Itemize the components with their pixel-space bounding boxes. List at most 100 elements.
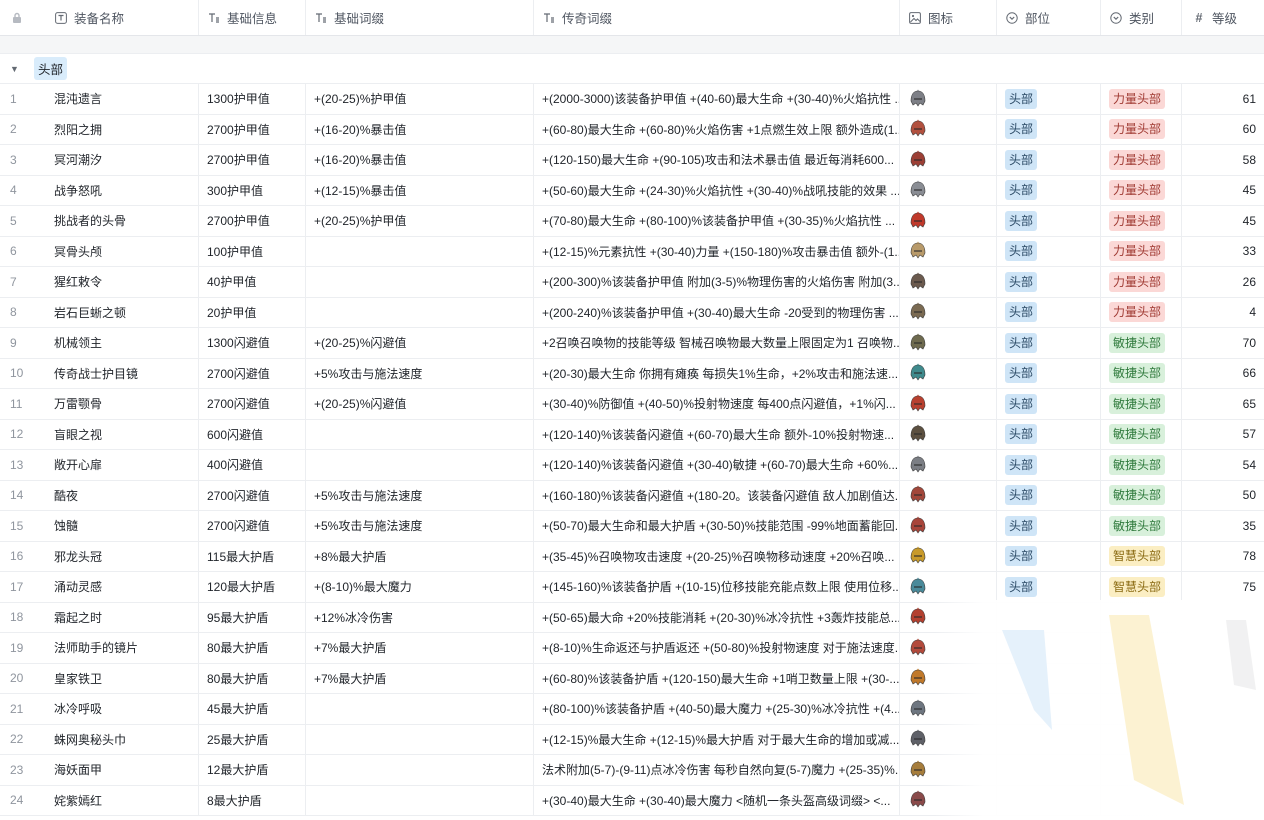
item-name[interactable]: 冰冷呼吸: [44, 694, 199, 724]
table-row[interactable]: 10 传奇战士护目镜 2700闪避值 +5%攻击与施法速度 +(20-30)最大生命 你…: [0, 358, 1264, 389]
level-cell[interactable]: 45: [1182, 176, 1264, 206]
level-cell[interactable]: 33: [1182, 237, 1264, 267]
legend-affix[interactable]: +(145-160)%该装备护盾 +(10-15)位移技能充能点数上限 使用位移…: [534, 572, 900, 602]
table-row[interactable]: 23 海妖面甲 12最大护盾 法术附加(5-7)-(9-11)点冰冷伤害 每秒自然向复…: [0, 755, 1264, 786]
legend-affix[interactable]: +(50-65)最大命 +20%技能消耗 +(20-30)%冰冷抗性 +3轰炸技…: [534, 602, 900, 632]
category-cell[interactable]: 智慧头部: [1101, 541, 1182, 571]
table-row[interactable]: 21 冰冷呼吸 45最大护盾 +(80-100)%该装备护盾 +(40-50)最大魔力…: [0, 694, 1264, 725]
slot-cell[interactable]: 头部: [997, 297, 1101, 327]
base-info[interactable]: 400闪避值: [199, 450, 306, 480]
slot-cell[interactable]: 头部: [997, 419, 1101, 449]
item-name[interactable]: 蛛网奥秘头巾: [44, 724, 199, 754]
table-row[interactable]: 20 皇家铁卫 80最大护盾 +7%最大护盾 +(60-80)%该装备护盾 +(120-…: [0, 663, 1264, 694]
table-row[interactable]: 11 万雷颚骨 2700闪避值 +(20-25)%闪避值 +(30-40)%防御值 +(…: [0, 389, 1264, 420]
level-cell[interactable]: 35: [1182, 511, 1264, 541]
level-cell[interactable]: 45: [1182, 206, 1264, 236]
legend-affix[interactable]: +(30-40)%防御值 +(40-50)%投射物速度 每400点闪避值，+1%…: [534, 389, 900, 419]
item-name[interactable]: 法师助手的镜片: [44, 633, 199, 663]
item-icon-cell[interactable]: [900, 663, 997, 693]
base-affix[interactable]: +(16-20)%暴击值: [306, 145, 534, 175]
group-header[interactable]: ▼ 头部: [0, 54, 1264, 84]
category-cell[interactable]: [1101, 755, 1182, 785]
level-cell[interactable]: 4: [1182, 298, 1264, 328]
base-affix[interactable]: +(20-25)%闪避值: [306, 328, 534, 358]
slot-cell[interactable]: [997, 785, 1101, 815]
item-icon-cell[interactable]: [900, 755, 997, 785]
item-name[interactable]: 酷夜: [44, 480, 199, 510]
legend-affix[interactable]: +(60-80)%该装备护盾 +(120-150)最大生命 +1哨卫数量上限 +…: [534, 663, 900, 693]
base-affix[interactable]: [306, 755, 534, 785]
table-row[interactable]: 22 蛛网奥秘头巾 25最大护盾 +(12-15)%最大生命 +(12-15)%最大护…: [0, 724, 1264, 755]
category-cell[interactable]: [1101, 602, 1182, 632]
slot-cell[interactable]: [997, 602, 1101, 632]
legend-affix[interactable]: +(12-15)%最大生命 +(12-15)%最大护盾 对于最大生命的增加或减.…: [534, 724, 900, 754]
item-name[interactable]: 海妖面甲: [44, 755, 199, 785]
base-info[interactable]: 600闪避值: [199, 419, 306, 449]
legend-affix[interactable]: +(60-80)最大生命 +(60-80)%火焰伤害 +1点燃生效上限 额外造成…: [534, 114, 900, 144]
item-icon-cell[interactable]: [900, 511, 997, 541]
table-row[interactable]: 4 战争怒吼 300护甲值 +(12-15)%暴击值 +(50-60)最大生命 +(24…: [0, 175, 1264, 206]
slot-cell[interactable]: 头部: [997, 572, 1101, 602]
category-cell[interactable]: 力量头部: [1101, 175, 1182, 205]
base-affix[interactable]: [306, 267, 534, 297]
level-cell[interactable]: 58: [1182, 145, 1264, 175]
base-affix[interactable]: [306, 450, 534, 480]
item-icon-cell[interactable]: [900, 724, 997, 754]
item-name[interactable]: 混沌遗言: [44, 84, 199, 114]
legend-affix[interactable]: +(120-150)最大生命 +(90-105)攻击和法术暴击值 最近每消耗60…: [534, 145, 900, 175]
item-icon-cell[interactable]: [900, 114, 997, 144]
item-name[interactable]: 烈阳之拥: [44, 114, 199, 144]
item-name[interactable]: 敞开心扉: [44, 450, 199, 480]
table-row[interactable]: 9 机械领主 1300闪避值 +(20-25)%闪避值 +2召唤召唤物的技能等级 智械召…: [0, 328, 1264, 359]
column-header-legend[interactable]: 传奇词缀: [534, 0, 900, 35]
table-row[interactable]: 2 烈阳之拥 2700护甲值 +(16-20)%暴击值 +(60-80)最大生命 +(6…: [0, 114, 1264, 145]
base-affix[interactable]: [306, 419, 534, 449]
base-affix[interactable]: [306, 236, 534, 266]
slot-cell[interactable]: 头部: [997, 358, 1101, 388]
level-cell[interactable]: [1182, 786, 1264, 816]
base-info[interactable]: 1300护甲值: [199, 84, 306, 114]
table-row[interactable]: 15 蚀髓 2700闪避值 +5%攻击与施法速度 +(50-70)最大生命和最大护盾 +…: [0, 511, 1264, 542]
slot-cell[interactable]: [997, 663, 1101, 693]
legend-affix[interactable]: +(200-300)%该装备护甲值 附加(3-5)%物理伤害的火焰伤害 附加(3…: [534, 267, 900, 297]
item-name[interactable]: 蚀髓: [44, 511, 199, 541]
table-row[interactable]: 5 挑战者的头骨 2700护甲值 +(20-25)%护甲值 +(70-80)最大生命 +…: [0, 206, 1264, 237]
item-icon-cell[interactable]: [900, 236, 997, 266]
legend-affix[interactable]: +(70-80)最大生命 +(80-100)%该装备护甲值 +(30-35)%火…: [534, 206, 900, 236]
item-name[interactable]: 战争怒吼: [44, 175, 199, 205]
legend-affix[interactable]: +(120-140)%该装备闪避值 +(60-70)最大生命 额外-10%投射物…: [534, 419, 900, 449]
table-row[interactable]: 8 岩石巨蜥之顿 20护甲值 +(200-240)%该装备护甲值 +(30-40)最大…: [0, 297, 1264, 328]
legend-affix[interactable]: +(80-100)%该装备护盾 +(40-50)最大魔力 +(25-30)%冰冷…: [534, 694, 900, 724]
column-header-name[interactable]: 装备名称: [44, 0, 199, 35]
category-cell[interactable]: [1101, 633, 1182, 663]
column-header-level[interactable]: # 等级: [1182, 0, 1264, 35]
base-info[interactable]: 120最大护盾: [199, 572, 306, 602]
base-info[interactable]: 20护甲值: [199, 297, 306, 327]
slot-cell[interactable]: 头部: [997, 236, 1101, 266]
item-name[interactable]: 传奇战士护目镜: [44, 358, 199, 388]
base-affix[interactable]: +12%冰冷伤害: [306, 602, 534, 632]
level-cell[interactable]: 26: [1182, 267, 1264, 297]
legend-affix[interactable]: +(30-40)最大生命 +(30-40)最大魔力 <随机一条头盔高级词缀> <…: [534, 785, 900, 815]
base-info[interactable]: 2700护甲值: [199, 145, 306, 175]
item-name[interactable]: 挑战者的头骨: [44, 206, 199, 236]
base-info[interactable]: 2700闪避值: [199, 511, 306, 541]
level-cell[interactable]: 61: [1182, 84, 1264, 114]
level-cell[interactable]: 50: [1182, 481, 1264, 511]
level-cell[interactable]: 57: [1182, 420, 1264, 450]
category-cell[interactable]: [1101, 724, 1182, 754]
level-cell[interactable]: 60: [1182, 115, 1264, 145]
table-row[interactable]: 6 冥骨头颅 100护甲值 +(12-15)%元素抗性 +(30-40)力量 +(15…: [0, 236, 1264, 267]
item-icon-cell[interactable]: [900, 572, 997, 602]
category-cell[interactable]: 敏捷头部: [1101, 480, 1182, 510]
legend-affix[interactable]: +(50-60)最大生命 +(24-30)%火焰抗性 +(30-40)%战吼技能…: [534, 175, 900, 205]
slot-cell[interactable]: [997, 633, 1101, 663]
table-row[interactable]: 16 邪龙头冠 115最大护盾 +8%最大护盾 +(35-45)%召唤物攻击速度 +(2…: [0, 541, 1264, 572]
table-row[interactable]: 24 姹紫嫣红 8最大护盾 +(30-40)最大生命 +(30-40)最大魔力 <随机…: [0, 785, 1264, 816]
table-row[interactable]: 3 冥河潮汐 2700护甲值 +(16-20)%暴击值 +(120-150)最大生命 +…: [0, 145, 1264, 176]
item-icon-cell[interactable]: [900, 694, 997, 724]
base-affix[interactable]: +(20-25)%护甲值: [306, 84, 534, 114]
legend-affix[interactable]: +(35-45)%召唤物攻击速度 +(20-25)%召唤物移动速度 +20%召唤…: [534, 541, 900, 571]
base-info[interactable]: 80最大护盾: [199, 633, 306, 663]
item-icon-cell[interactable]: [900, 267, 997, 297]
